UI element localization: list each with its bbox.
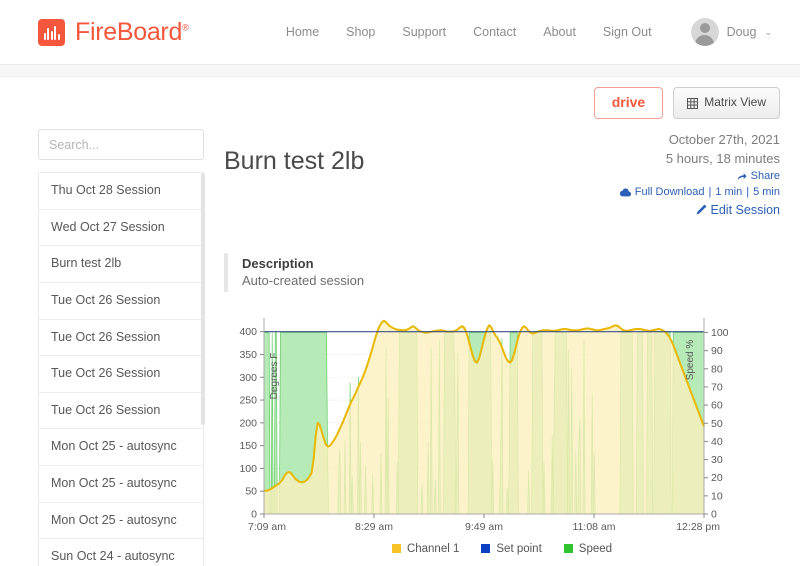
svg-text:11:08 am: 11:08 am	[573, 521, 616, 533]
legend-swatch-set-point	[481, 544, 491, 554]
description-text: Auto-created session	[242, 273, 365, 289]
svg-text:100: 100	[239, 463, 257, 475]
brand-trademark: ®	[182, 22, 189, 33]
legend-label-speed: Speed	[578, 542, 613, 555]
svg-text:200: 200	[239, 417, 257, 429]
svg-text:Speed %: Speed %	[685, 339, 696, 380]
svg-text:50: 50	[711, 418, 723, 430]
chart-legend: Channel 1 Set point Speed	[224, 543, 780, 555]
svg-text:40: 40	[711, 436, 723, 448]
fireboard-logo-icon	[38, 18, 65, 46]
session-list-item[interactable]: Tue Oct 26 Session	[39, 282, 203, 320]
svg-text:400: 400	[239, 326, 257, 338]
download-links[interactable]: Full Download | 1 min | 5 min	[619, 185, 780, 201]
description-block: Description Auto-created session	[224, 252, 780, 292]
share-label: Share	[750, 169, 780, 182]
legend-swatch-channel-1	[391, 544, 401, 554]
brand-logo[interactable]: FireBoard®	[38, 17, 189, 47]
session-list-item[interactable]: Tue Oct 26 Session	[39, 392, 203, 430]
action-bar: drive Matrix View	[0, 77, 800, 129]
svg-text:8:29 am: 8:29 am	[355, 521, 393, 533]
session-list: Thu Oct 28 Session Wed Oct 27 Session Bu…	[38, 172, 205, 566]
download-1min-link[interactable]: 1 min	[715, 185, 742, 201]
session-list-item[interactable]: Mon Oct 25 - autosync	[39, 466, 203, 503]
legend-label-channel-1: Channel 1	[406, 542, 460, 555]
top-navigation-bar: FireBoard® Home Shop Support Contact Abo…	[0, 0, 800, 64]
svg-text:250: 250	[239, 394, 257, 406]
title-row: Burn test 2lb October 27th, 2021 5 hours…	[224, 129, 780, 219]
nav-item-sign-out[interactable]: Sign Out	[603, 25, 652, 39]
cloud-download-icon	[619, 188, 631, 197]
session-list-item[interactable]: Mon Oct 25 - autosync	[39, 502, 203, 540]
pencil-icon	[696, 204, 707, 215]
full-download-label[interactable]: Full Download	[635, 185, 705, 201]
svg-text:50: 50	[245, 485, 257, 497]
svg-text:60: 60	[711, 399, 723, 411]
svg-text:0: 0	[711, 508, 717, 520]
session-list-item[interactable]: Tue Oct 26 Session	[39, 356, 203, 393]
main-nav: Home Shop Support Contact About Sign Out…	[286, 18, 772, 46]
chevron-down-icon: ⌄	[764, 26, 772, 37]
main-content: Burn test 2lb October 27th, 2021 5 hours…	[224, 129, 780, 566]
avatar	[690, 18, 719, 46]
share-icon	[737, 172, 747, 182]
svg-text:Degrees F: Degrees F	[269, 352, 280, 399]
page-title: Burn test 2lb	[224, 146, 365, 175]
chart-canvas: 0 50 100 150 200 250 300 350 400 0 10 20 30 40 50 60 70 8…	[239, 317, 729, 533]
session-list-item[interactable]: Sun Oct 24 - autosync	[39, 539, 203, 566]
nav-item-contact[interactable]: Contact	[473, 25, 516, 39]
svg-text:350: 350	[239, 349, 257, 361]
svg-text:20: 20	[711, 472, 723, 484]
session-list-item[interactable]: Wed Oct 27 Session	[39, 209, 203, 247]
svg-text:80: 80	[711, 363, 723, 375]
svg-text:100: 100	[711, 327, 729, 339]
page-body: Thu Oct 28 Session Wed Oct 27 Session Bu…	[0, 129, 800, 566]
session-chart[interactable]: 0 50 100 150 200 250 300 350 400 0 10 20 30 40 50 60 70 8…	[224, 312, 780, 562]
legend-label-set-point: Set point	[496, 542, 542, 555]
svg-text:12:28 pm: 12:28 pm	[676, 521, 720, 533]
svg-text:30: 30	[711, 454, 723, 466]
user-menu[interactable]: Doug ⌄	[690, 18, 772, 46]
session-meta: October 27th, 2021 5 hours, 18 minutes S…	[619, 129, 780, 219]
session-date: October 27th, 2021	[668, 132, 780, 147]
share-link[interactable]: Share	[620, 169, 780, 185]
nav-item-home[interactable]: Home	[286, 25, 319, 39]
svg-text:300: 300	[239, 372, 257, 384]
session-duration: 5 hours, 18 minutes	[665, 150, 780, 166]
session-list-item[interactable]: Thu Oct 28 Session	[39, 173, 203, 210]
description-heading: Description	[242, 255, 314, 271]
nav-item-about[interactable]: About	[543, 25, 576, 39]
legend-item-set-point[interactable]: Set point	[481, 542, 542, 555]
legend-item-speed[interactable]: Speed	[563, 542, 613, 555]
svg-text:10: 10	[711, 490, 723, 502]
drive-button[interactable]: drive	[593, 87, 664, 119]
search-input[interactable]	[38, 129, 204, 160]
meta-separator: |	[746, 185, 750, 198]
nav-item-support[interactable]: Support	[402, 25, 446, 39]
legend-swatch-speed	[563, 544, 573, 554]
session-list-item-selected[interactable]: Burn test 2lb	[39, 246, 203, 283]
session-list-item[interactable]: Mon Oct 25 - autosync	[39, 429, 203, 466]
legend-item-channel-1[interactable]: Channel 1	[391, 542, 460, 555]
session-list-item[interactable]: Tue Oct 26 Session	[39, 319, 203, 357]
sidebar: Thu Oct 28 Session Wed Oct 27 Session Bu…	[38, 129, 205, 566]
download-5min-link[interactable]: 5 min	[753, 185, 780, 201]
edit-session-label: Edit Session	[710, 202, 780, 217]
svg-text:0: 0	[251, 508, 257, 520]
svg-text:90: 90	[711, 345, 723, 357]
session-list-scrollbar[interactable]	[201, 173, 205, 425]
matrix-view-button[interactable]: Matrix View	[673, 87, 780, 119]
user-name: Doug	[726, 25, 757, 39]
svg-text:150: 150	[239, 440, 257, 452]
nav-item-shop[interactable]: Shop	[346, 25, 375, 39]
brand-name: FireBoard®	[75, 17, 189, 46]
svg-text:70: 70	[711, 381, 723, 393]
matrix-view-label: Matrix View	[704, 95, 766, 110]
sub-header-band	[0, 65, 800, 77]
svg-text:7:09 am: 7:09 am	[248, 521, 286, 533]
edit-session-link[interactable]: Edit Session	[620, 201, 780, 219]
meta-separator: |	[708, 185, 712, 198]
svg-text:9:49 am: 9:49 am	[465, 521, 503, 533]
grid-icon	[687, 97, 699, 109]
